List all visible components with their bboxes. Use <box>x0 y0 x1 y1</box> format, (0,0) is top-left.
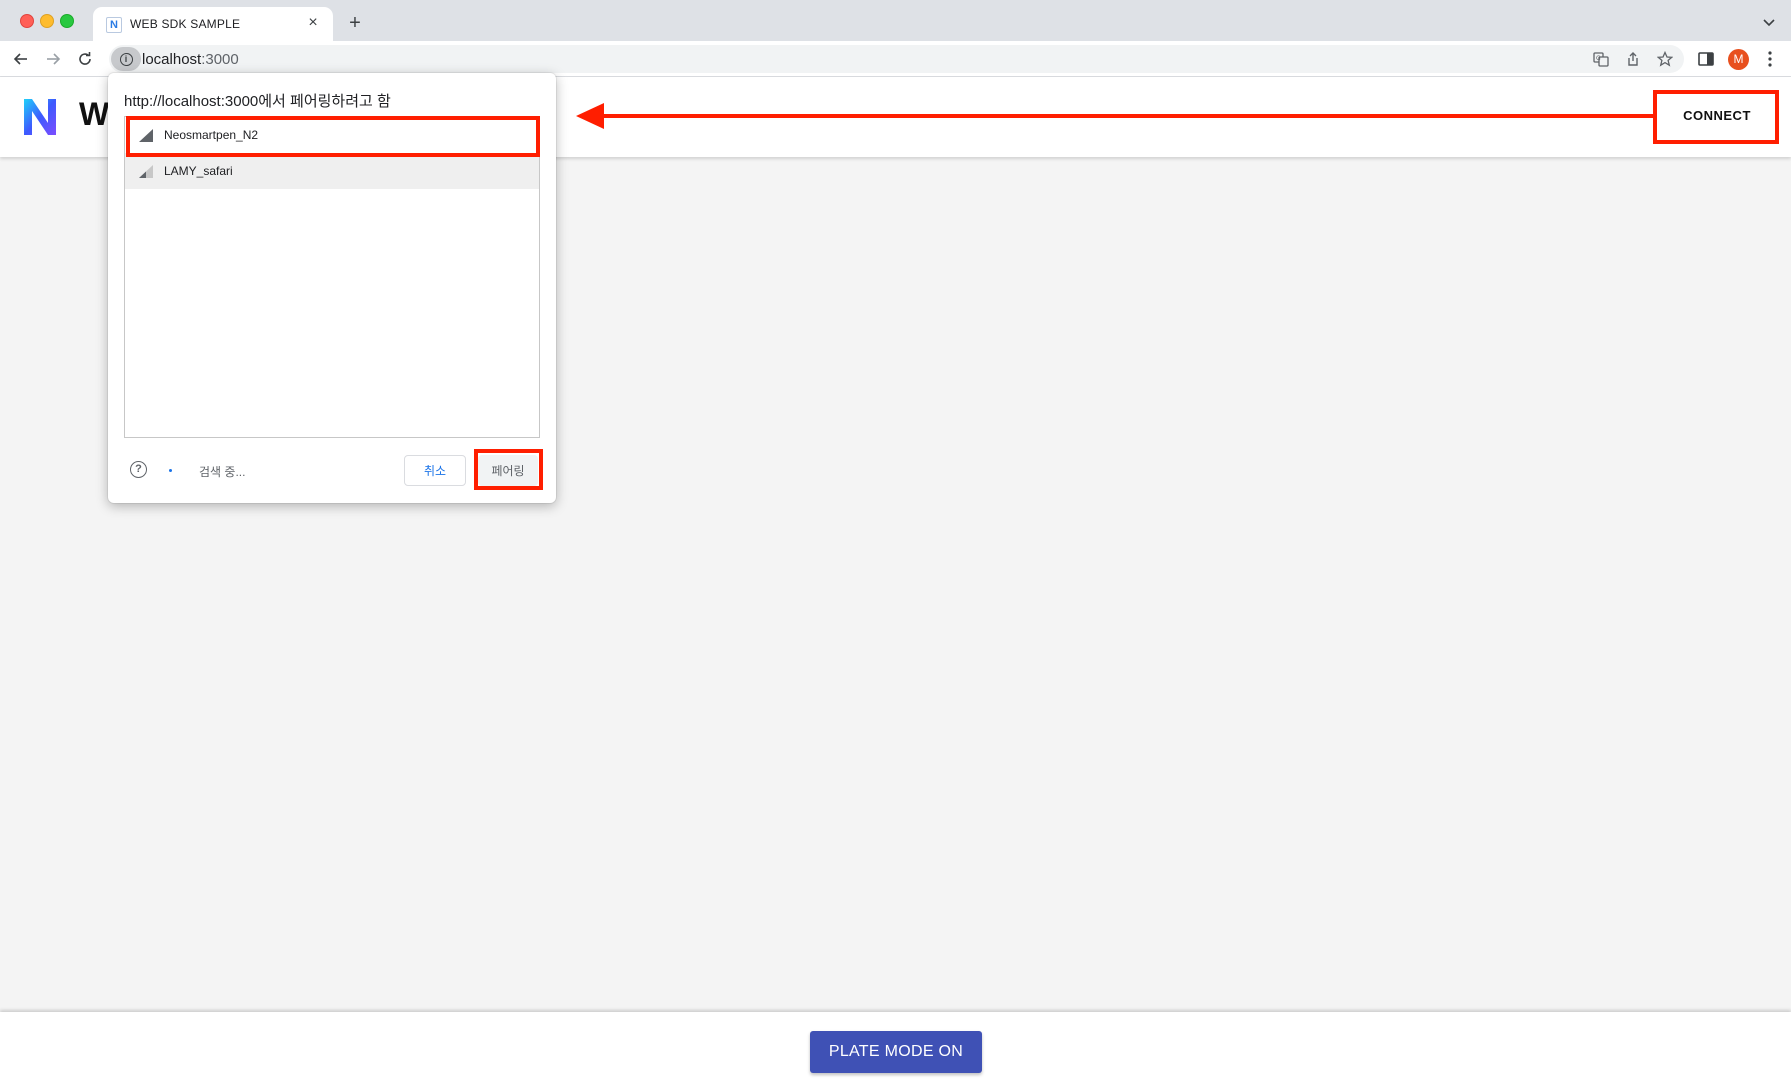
device-name: LAMY_safari <box>164 164 233 178</box>
kebab-menu-icon[interactable] <box>1760 49 1780 69</box>
favicon-icon: N <box>106 17 122 33</box>
pointer-arrow <box>576 103 1656 129</box>
back-button[interactable] <box>10 48 32 70</box>
window-minimize-button[interactable] <box>40 14 54 28</box>
address-bar[interactable]: i localhost:3000 G <box>109 45 1684 73</box>
signal-weak-icon <box>139 165 153 178</box>
svg-text:G: G <box>1596 55 1601 62</box>
tab-strip: N WEB SDK SAMPLE × + <box>0 0 1791 41</box>
forward-arrow-icon <box>47 53 61 65</box>
browser-tab[interactable]: N WEB SDK SAMPLE × <box>93 7 333 41</box>
window-zoom-button[interactable] <box>60 14 74 28</box>
scanning-status: 검색 중... <box>199 465 246 479</box>
pair-highlight-box <box>474 449 543 490</box>
dialog-title: http://localhost:3000에서 페어링하려고 함 <box>124 93 391 110</box>
app-title: W <box>79 96 110 132</box>
new-tab-button[interactable]: + <box>343 12 367 36</box>
scanning-spinner <box>169 469 172 472</box>
device-highlight-box <box>126 116 540 157</box>
app-footer: PLATE MODE ON <box>0 1012 1791 1091</box>
browser-toolbar: i localhost:3000 G M <box>0 41 1791 77</box>
plate-mode-button[interactable]: PLATE MODE ON <box>810 1031 982 1073</box>
connect-highlight-box <box>1653 90 1779 144</box>
star-icon[interactable] <box>1657 51 1673 67</box>
reload-icon <box>79 52 91 65</box>
cancel-button[interactable]: 취소 <box>404 455 466 486</box>
forward-button[interactable] <box>42 48 64 70</box>
translate-icon[interactable]: G <box>1593 51 1609 67</box>
address-text[interactable]: localhost:3000 <box>142 51 239 68</box>
device-list: Neosmartpen_N2 LAMY_safari <box>124 116 540 438</box>
side-panel-icon[interactable] <box>1696 49 1716 69</box>
tab-close-icon[interactable]: × <box>304 14 322 32</box>
back-arrow-icon <box>13 53 27 65</box>
device-lamy-safari[interactable]: LAMY_safari <box>125 153 539 189</box>
profile-avatar[interactable]: M <box>1728 49 1749 70</box>
tab-search-chevron-icon[interactable] <box>1761 14 1777 30</box>
reload-button[interactable] <box>74 48 96 70</box>
help-icon[interactable]: ? <box>130 461 147 478</box>
share-icon[interactable] <box>1625 51 1641 67</box>
neo-logo-icon <box>24 99 56 135</box>
info-icon: i <box>119 52 133 66</box>
site-info-button[interactable]: i <box>111 47 141 71</box>
window-close-button[interactable] <box>20 14 34 28</box>
tab-title: WEB SDK SAMPLE <box>130 17 241 31</box>
